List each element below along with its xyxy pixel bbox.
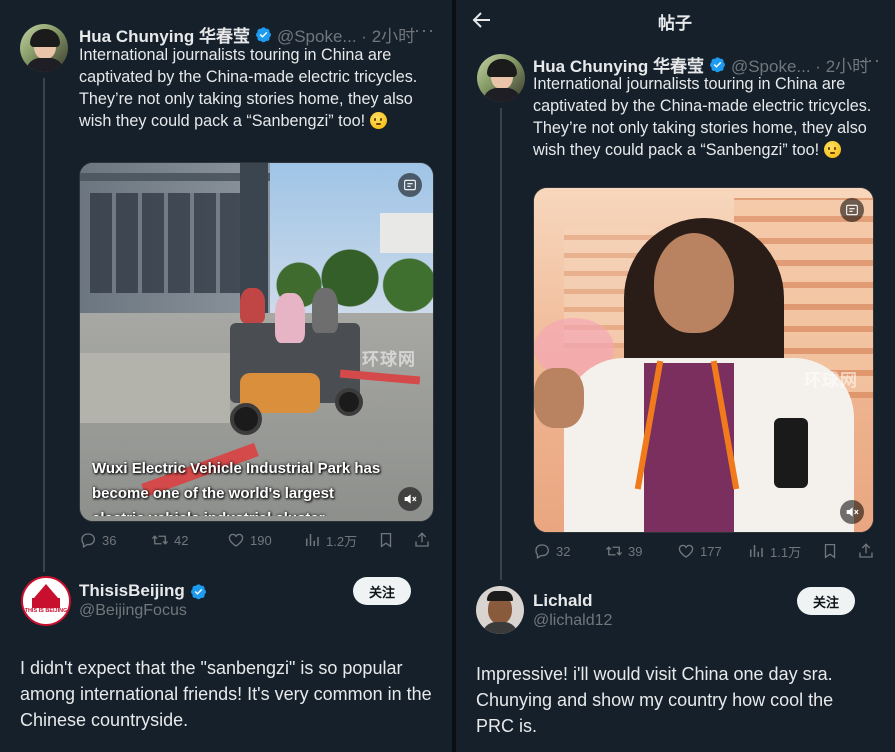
tweet-actions: 32 39 177 1.1万 (533, 541, 883, 561)
retweet-count: 42 (174, 532, 189, 548)
reply-count: 36 (102, 532, 117, 548)
reply-count: 32 (556, 543, 571, 559)
bookmark-button[interactable] (377, 531, 395, 549)
like-icon (227, 531, 245, 549)
views-button[interactable]: 1.2万 (303, 531, 357, 550)
tweet-video[interactable]: 环球网 (533, 187, 874, 533)
retweet-button[interactable]: 42 (151, 531, 188, 549)
tweet-actions: 36 42 190 1.2万 (79, 530, 439, 550)
grin-emoji-icon (823, 141, 841, 158)
verified-badge-icon (255, 26, 272, 43)
reply-handle[interactable]: @lichald12 (533, 612, 612, 630)
reply-icon (533, 542, 551, 560)
mute-icon[interactable] (840, 500, 864, 524)
more-options-icon[interactable]: ··· (860, 50, 881, 71)
reply-button[interactable]: 32 (533, 542, 570, 560)
reply-avatar[interactable] (476, 586, 524, 634)
reply-author-name[interactable]: ThisisBeijing (79, 581, 185, 601)
views-count: 1.1万 (770, 544, 802, 560)
follow-button[interactable]: 关注 (797, 587, 856, 615)
like-count: 190 (250, 532, 272, 548)
views-button[interactable]: 1.1万 (747, 542, 801, 561)
tweet-video[interactable]: 环球网 Wuxi Electric Vehicle Industrial Par… (79, 162, 434, 522)
avatar-logo-text: THIS IS BEIJING (24, 608, 68, 614)
follow-button[interactable]: 关注 (353, 577, 412, 605)
retweet-icon (151, 531, 169, 549)
like-button[interactable]: 190 (227, 531, 272, 549)
views-icon (747, 542, 765, 560)
more-options-icon[interactable]: ··· (414, 20, 435, 41)
left-panel: Hua Chunying 华春莹 @Spoke... · 2小时 ··· Int… (0, 0, 452, 752)
back-arrow-icon[interactable] (470, 8, 494, 32)
bookmark-button[interactable] (821, 542, 839, 560)
reply-name-row: Lichald (533, 591, 593, 611)
bookmark-icon (377, 531, 395, 549)
author-avatar[interactable] (477, 54, 525, 102)
tweet-text: International journalists touring in Chi… (79, 46, 418, 130)
reply-handle[interactable]: @BeijingFocus (79, 602, 187, 620)
mute-icon[interactable] (398, 487, 422, 511)
video-caption: Wuxi Electric Vehicle Industrial Park ha… (92, 460, 381, 516)
retweet-icon (605, 542, 623, 560)
grin-emoji-icon (369, 112, 387, 129)
reply-avatar[interactable]: Lichald THIS IS BEIJING (21, 576, 71, 626)
author-avatar[interactable] (20, 24, 68, 72)
gif-icon[interactable] (398, 173, 422, 197)
reply-name-row: ThisisBeijing (79, 581, 207, 601)
views-icon (303, 531, 321, 549)
retweet-count: 39 (628, 543, 643, 559)
retweet-button[interactable]: 39 (605, 542, 642, 560)
bookmark-icon (821, 542, 839, 560)
reply-icon (79, 531, 97, 549)
gif-icon[interactable] (840, 198, 864, 222)
views-count: 1.2万 (326, 533, 358, 549)
page-title: 帖子 (658, 14, 692, 33)
like-icon (677, 542, 695, 560)
share-icon (413, 531, 431, 549)
reply-text: I didn't expect that the "sanbengzi" is … (20, 658, 432, 730)
tweet-text: International journalists touring in Chi… (533, 75, 872, 159)
share-button[interactable] (857, 542, 875, 560)
reply-button[interactable]: 36 (79, 531, 116, 549)
right-panel: 帖子 Hua Chunying 华春莹 @Spoke... · 2小时 ··· … (456, 0, 895, 752)
reply-text: Impressive! i'll would visit China one d… (476, 664, 834, 736)
verified-badge-icon (709, 56, 726, 73)
like-count: 177 (700, 543, 722, 559)
video-watermark: 环球网 (804, 371, 858, 390)
reply-author-name[interactable]: Lichald (533, 591, 593, 611)
video-watermark: 环球网 (362, 350, 416, 369)
share-icon (857, 542, 875, 560)
thread-line (43, 78, 45, 572)
like-button[interactable]: 177 (677, 542, 722, 560)
share-button[interactable] (413, 531, 431, 549)
thread-line (500, 108, 502, 580)
verified-badge-icon (190, 583, 207, 600)
